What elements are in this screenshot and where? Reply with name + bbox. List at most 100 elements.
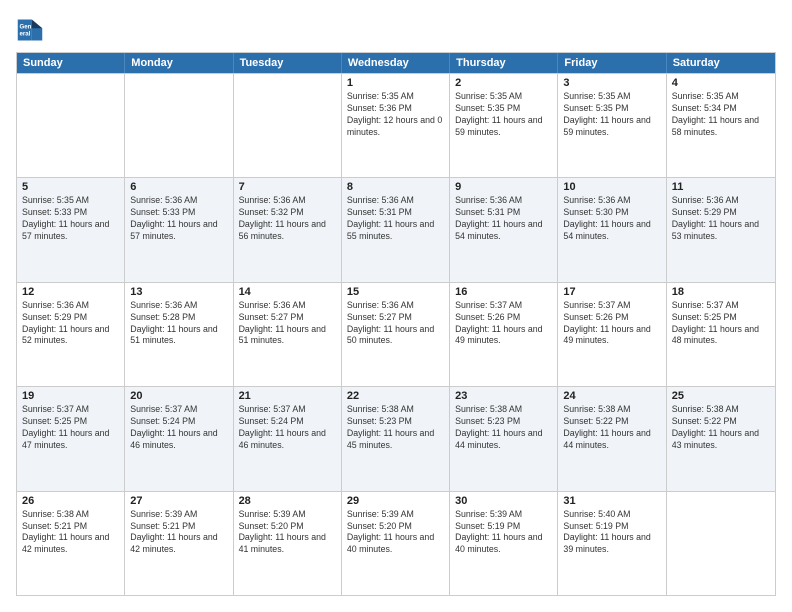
- cell-info: Sunrise: 5:36 AMSunset: 5:31 PMDaylight:…: [347, 195, 444, 243]
- empty-cell: [234, 74, 342, 177]
- day-cell-27: 27 Sunrise: 5:39 AMSunset: 5:21 PMDayligh…: [125, 492, 233, 595]
- cell-day-number: 7: [239, 181, 336, 193]
- day-header-saturday: Saturday: [667, 53, 775, 73]
- day-cell-14: 14 Sunrise: 5:36 AMSunset: 5:27 PMDayligh…: [234, 283, 342, 386]
- day-cell-25: 25 Sunrise: 5:38 AMSunset: 5:22 PMDayligh…: [667, 387, 775, 490]
- day-cell-5: 5Sunrise: 5:35 AMSunset: 5:33 PMDaylight…: [17, 178, 125, 281]
- cell-day-number: 11: [672, 181, 770, 193]
- cell-day-number: 4: [672, 77, 770, 89]
- cell-day-number: 8: [347, 181, 444, 193]
- day-header-monday: Monday: [125, 53, 233, 73]
- cell-info: Sunrise: 5:39 AMSunset: 5:21 PMDaylight:…: [130, 509, 227, 557]
- cell-info: Sunrise: 5:37 AMSunset: 5:25 PMDaylight:…: [22, 404, 119, 452]
- svg-text:Gen: Gen: [20, 23, 32, 30]
- cell-day-number: 16: [455, 286, 552, 298]
- cell-day-number: 27: [130, 495, 227, 507]
- day-headers: SundayMondayTuesdayWednesdayThursdayFrid…: [17, 53, 775, 73]
- day-header-thursday: Thursday: [450, 53, 558, 73]
- cell-info: Sunrise: 5:37 AMSunset: 5:24 PMDaylight:…: [239, 404, 336, 452]
- cell-info: Sunrise: 5:36 AMSunset: 5:27 PMDaylight:…: [347, 300, 444, 348]
- cell-day-number: 1: [347, 77, 444, 89]
- cell-info: Sunrise: 5:37 AMSunset: 5:25 PMDaylight:…: [672, 300, 770, 348]
- cell-info: Sunrise: 5:35 AMSunset: 5:35 PMDaylight:…: [563, 91, 660, 139]
- cell-day-number: 9: [455, 181, 552, 193]
- logo: Gen eral: [16, 16, 48, 44]
- cell-day-number: 28: [239, 495, 336, 507]
- cell-info: Sunrise: 5:36 AMSunset: 5:27 PMDaylight:…: [239, 300, 336, 348]
- cell-day-number: 12: [22, 286, 119, 298]
- day-cell-29: 29Sunrise: 5:39 AMSunset: 5:20 PMDayligh…: [342, 492, 450, 595]
- empty-cell: [17, 74, 125, 177]
- cell-info: Sunrise: 5:35 AMSunset: 5:34 PMDaylight:…: [672, 91, 770, 139]
- cell-info: Sunrise: 5:37 AMSunset: 5:26 PMDaylight:…: [455, 300, 552, 348]
- day-cell-3: 3 Sunrise: 5:35 AMSunset: 5:35 PMDaylight…: [558, 74, 666, 177]
- day-cell-17: 17 Sunrise: 5:37 AMSunset: 5:26 PMDayligh…: [558, 283, 666, 386]
- day-cell-18: 18 Sunrise: 5:37 AMSunset: 5:25 PMDayligh…: [667, 283, 775, 386]
- cell-info: Sunrise: 5:38 AMSunset: 5:22 PMDaylight:…: [672, 404, 770, 452]
- cell-day-number: 24: [563, 390, 660, 402]
- day-cell-20: 20Sunrise: 5:37 AMSunset: 5:24 PMDayligh…: [125, 387, 233, 490]
- cell-day-number: 20: [130, 390, 227, 402]
- cell-day-number: 19: [22, 390, 119, 402]
- day-cell-22: 22Sunrise: 5:38 AMSunset: 5:23 PMDayligh…: [342, 387, 450, 490]
- cell-info: Sunrise: 5:40 AMSunset: 5:19 PMDaylight:…: [563, 509, 660, 557]
- day-header-sunday: Sunday: [17, 53, 125, 73]
- cell-info: Sunrise: 5:36 AMSunset: 5:29 PMDaylight:…: [672, 195, 770, 243]
- day-cell-4: 4 Sunrise: 5:35 AMSunset: 5:34 PMDaylight…: [667, 74, 775, 177]
- day-cell-30: 30 Sunrise: 5:39 AMSunset: 5:19 PMDayligh…: [450, 492, 558, 595]
- day-header-tuesday: Tuesday: [234, 53, 342, 73]
- cell-day-number: 3: [563, 77, 660, 89]
- cell-day-number: 15: [347, 286, 444, 298]
- day-cell-6: 6 Sunrise: 5:36 AMSunset: 5:33 PMDaylight…: [125, 178, 233, 281]
- day-cell-31: 31 Sunrise: 5:40 AMSunset: 5:19 PMDayligh…: [558, 492, 666, 595]
- week-row-2: 5Sunrise: 5:35 AMSunset: 5:33 PMDaylight…: [17, 177, 775, 281]
- logo-icon: Gen eral: [16, 16, 44, 44]
- cell-info: Sunrise: 5:36 AMSunset: 5:30 PMDaylight:…: [563, 195, 660, 243]
- cell-info: Sunrise: 5:35 AMSunset: 5:33 PMDaylight:…: [22, 195, 119, 243]
- week-row-1: 1 Sunrise: 5:35 AMSunset: 5:36 PMDaylight…: [17, 73, 775, 177]
- cell-day-number: 22: [347, 390, 444, 402]
- day-cell-21: 21 Sunrise: 5:37 AMSunset: 5:24 PMDayligh…: [234, 387, 342, 490]
- day-cell-8: 8 Sunrise: 5:36 AMSunset: 5:31 PMDaylight…: [342, 178, 450, 281]
- cell-info: Sunrise: 5:36 AMSunset: 5:32 PMDaylight:…: [239, 195, 336, 243]
- day-cell-11: 11 Sunrise: 5:36 AMSunset: 5:29 PMDayligh…: [667, 178, 775, 281]
- cell-day-number: 26: [22, 495, 119, 507]
- cell-info: Sunrise: 5:35 AMSunset: 5:35 PMDaylight:…: [455, 91, 552, 139]
- cell-day-number: 21: [239, 390, 336, 402]
- week-row-3: 12 Sunrise: 5:36 AMSunset: 5:29 PMDayligh…: [17, 282, 775, 386]
- day-header-wednesday: Wednesday: [342, 53, 450, 73]
- cell-day-number: 23: [455, 390, 552, 402]
- cell-info: Sunrise: 5:38 AMSunset: 5:22 PMDaylight:…: [563, 404, 660, 452]
- day-cell-9: 9 Sunrise: 5:36 AMSunset: 5:31 PMDaylight…: [450, 178, 558, 281]
- day-cell-16: 16 Sunrise: 5:37 AMSunset: 5:26 PMDayligh…: [450, 283, 558, 386]
- day-cell-13: 13Sunrise: 5:36 AMSunset: 5:28 PMDayligh…: [125, 283, 233, 386]
- cell-info: Sunrise: 5:39 AMSunset: 5:19 PMDaylight:…: [455, 509, 552, 557]
- cell-info: Sunrise: 5:36 AMSunset: 5:33 PMDaylight:…: [130, 195, 227, 243]
- cell-info: Sunrise: 5:36 AMSunset: 5:29 PMDaylight:…: [22, 300, 119, 348]
- week-row-5: 26 Sunrise: 5:38 AMSunset: 5:21 PMDayligh…: [17, 491, 775, 595]
- empty-cell: [125, 74, 233, 177]
- cell-day-number: 30: [455, 495, 552, 507]
- day-cell-2: 2 Sunrise: 5:35 AMSunset: 5:35 PMDaylight…: [450, 74, 558, 177]
- cell-info: Sunrise: 5:37 AMSunset: 5:26 PMDaylight:…: [563, 300, 660, 348]
- cell-day-number: 18: [672, 286, 770, 298]
- cell-day-number: 2: [455, 77, 552, 89]
- empty-cell: [667, 492, 775, 595]
- day-cell-19: 19 Sunrise: 5:37 AMSunset: 5:25 PMDayligh…: [17, 387, 125, 490]
- week-row-4: 19 Sunrise: 5:37 AMSunset: 5:25 PMDayligh…: [17, 386, 775, 490]
- cell-day-number: 6: [130, 181, 227, 193]
- cell-info: Sunrise: 5:38 AMSunset: 5:21 PMDaylight:…: [22, 509, 119, 557]
- calendar: SundayMondayTuesdayWednesdayThursdayFrid…: [16, 52, 776, 596]
- day-header-friday: Friday: [558, 53, 666, 73]
- cell-info: Sunrise: 5:35 AMSunset: 5:36 PMDaylight:…: [347, 91, 444, 139]
- cell-day-number: 25: [672, 390, 770, 402]
- cell-info: Sunrise: 5:36 AMSunset: 5:28 PMDaylight:…: [130, 300, 227, 348]
- cell-day-number: 17: [563, 286, 660, 298]
- calendar-body: 1 Sunrise: 5:35 AMSunset: 5:36 PMDaylight…: [17, 73, 775, 595]
- day-cell-10: 10Sunrise: 5:36 AMSunset: 5:30 PMDayligh…: [558, 178, 666, 281]
- day-cell-1: 1 Sunrise: 5:35 AMSunset: 5:36 PMDaylight…: [342, 74, 450, 177]
- cell-day-number: 14: [239, 286, 336, 298]
- day-cell-28: 28Sunrise: 5:39 AMSunset: 5:20 PMDayligh…: [234, 492, 342, 595]
- cell-day-number: 31: [563, 495, 660, 507]
- cell-info: Sunrise: 5:36 AMSunset: 5:31 PMDaylight:…: [455, 195, 552, 243]
